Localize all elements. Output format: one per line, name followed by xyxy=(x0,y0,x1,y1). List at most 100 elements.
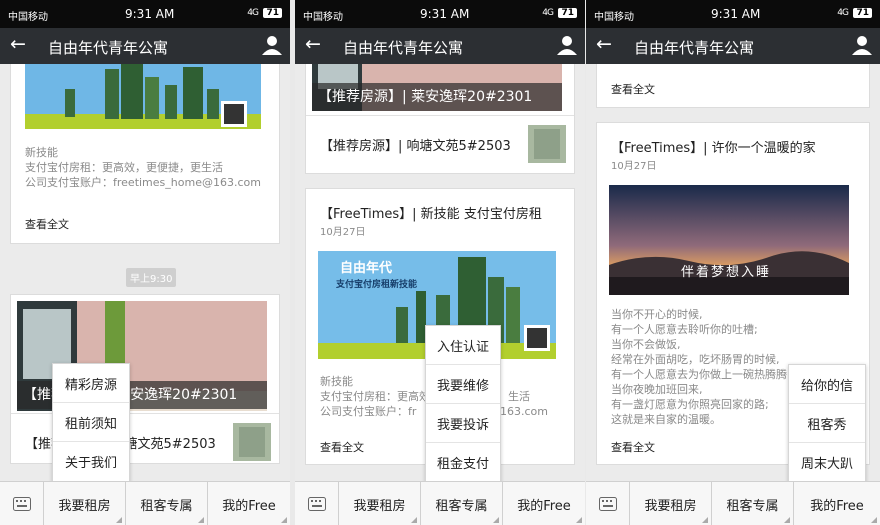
listing-thumbnail xyxy=(528,125,566,163)
carrier-label: 中国移动 xyxy=(8,12,48,23)
menu-item-repair[interactable]: 我要维修 xyxy=(426,365,500,404)
keyboard-icon[interactable] xyxy=(586,482,630,525)
keyboard-icon[interactable] xyxy=(295,482,339,525)
article-line: 公司支付宝账户：fr xyxy=(320,405,417,418)
read-more-link[interactable]: 查看全文 xyxy=(611,439,655,455)
back-arrow-icon[interactable]: ← xyxy=(10,33,26,55)
listing-card[interactable]: 【推荐房源】| 莱安逸珲20#2301 【推荐房源】| 响塘文苑5#2503 xyxy=(305,64,575,174)
timestamp-badge: 早上9:30 xyxy=(126,268,177,287)
tab-label: 我的Free xyxy=(222,498,276,514)
article-line: 支付宝付房租：更高效 xyxy=(320,390,430,403)
article-card[interactable]: 查看全文 xyxy=(596,64,870,108)
menu-item-notice[interactable]: 租前须知 xyxy=(53,403,129,442)
battery-icon: 71 xyxy=(263,8,282,18)
page-title: 自由年代青年公寓 xyxy=(634,39,755,57)
profile-icon[interactable] xyxy=(557,35,577,55)
article-line: 新技能 xyxy=(320,375,353,388)
tab-label: 我要租房 xyxy=(353,498,406,514)
article-line: 有一个人愿意去聆听你的吐槽; xyxy=(611,323,758,336)
article-date: 10月27日 xyxy=(320,227,366,238)
article-line: 公司支付宝账户：freetimes_home@163.com xyxy=(25,176,261,189)
status-bar: 中国移动 9:31 AM 4G 71 xyxy=(586,0,880,28)
article-title: 【FreeTimes】| 许你一个温暖的家 xyxy=(611,141,816,156)
menu-item-letter[interactable]: 给你的信 xyxy=(789,365,865,404)
bottom-menu-bar: 我要租房 租客专属 我的Free xyxy=(295,481,585,525)
phone-screen-left: 中国移动 9:31 AM 4G 71 ← 自由年代青年公寓 新技能 支付宝付房租… xyxy=(0,0,290,525)
clock: 9:31 AM xyxy=(125,7,175,21)
menu-item-listings[interactable]: 精彩房源 xyxy=(53,364,129,403)
image-caption: 伴着梦想入睡 xyxy=(681,265,772,280)
banner-brand: 自由年代 xyxy=(340,261,393,276)
tab-myfree[interactable]: 我的Free xyxy=(794,482,880,525)
battery-icon: 71 xyxy=(558,8,577,18)
tab-myfree[interactable]: 我的Free xyxy=(208,482,290,525)
back-arrow-icon[interactable]: ← xyxy=(596,33,612,55)
tab-label: 租客专属 xyxy=(140,498,193,514)
nav-bar: ← 自由年代青年公寓 xyxy=(586,28,880,64)
clock: 9:31 AM xyxy=(711,7,761,21)
back-arrow-icon[interactable]: ← xyxy=(305,33,321,55)
room-photo: 【推荐房源】| 莱安逸珲20#2301 xyxy=(312,64,562,111)
article-line: 支付宝付房租：更高效，更便捷，更生活 xyxy=(25,161,223,174)
page-title: 自由年代青年公寓 xyxy=(343,39,464,57)
phone-screen-middle: 中国移动 9:31 AM 4G 71 ← 自由年代青年公寓 【推荐房源】| 莱安… xyxy=(295,0,585,525)
article-line-tail: 生活 xyxy=(508,390,530,403)
tab-tenant[interactable]: 租客专属 xyxy=(126,482,208,525)
profile-icon[interactable] xyxy=(852,35,872,55)
menu-item-checkin[interactable]: 入住认证 xyxy=(426,326,500,365)
listing-thumbnail xyxy=(233,423,271,461)
article-line: 当你不开心的时候, xyxy=(611,308,703,321)
tab-tenant[interactable]: 租客专属 xyxy=(712,482,794,525)
bottom-menu-bar: 我要租房 租客专属 我的Free xyxy=(586,481,880,525)
banner-subtitle: 支付宝付房租新技能 xyxy=(336,280,418,290)
page-title: 自由年代青年公寓 xyxy=(48,39,169,57)
status-bar: 中国移动 9:31 AM 4G 71 xyxy=(295,0,585,28)
read-more-link[interactable]: 查看全文 xyxy=(320,439,364,455)
article-line-tail: 163.com xyxy=(500,405,548,418)
carrier-label: 中国移动 xyxy=(303,12,343,23)
article-sunset-image: 伴着梦想入睡 xyxy=(609,185,849,295)
tab-tenant[interactable]: 租客专属 xyxy=(421,482,503,525)
article-banner-image xyxy=(25,64,261,129)
tab-myfree[interactable]: 我的Free xyxy=(503,482,585,525)
tab-rent[interactable]: 我要租房 xyxy=(630,482,712,525)
article-line: 当你不会做饭, xyxy=(611,338,681,351)
menu-item-tenant-show[interactable]: 租客秀 xyxy=(789,404,865,443)
menu-popup: 精彩房源 租前须知 关于我们 xyxy=(52,363,130,482)
phone-screen-right: 中国移动 9:31 AM 4G 71 ← 自由年代青年公寓 查看全文 【Free… xyxy=(586,0,880,525)
tab-rent[interactable]: 我要租房 xyxy=(44,482,126,525)
read-more-link[interactable]: 查看全文 xyxy=(25,216,69,232)
article-date: 10月27日 xyxy=(611,161,657,172)
menu-popup: 给你的信 租客秀 周末大趴 xyxy=(788,364,866,483)
article-line: 新技能 xyxy=(25,146,58,159)
tab-label: 我的Free xyxy=(810,498,864,514)
nav-bar: ← 自由年代青年公寓 xyxy=(0,28,290,64)
signal-icon: 4G xyxy=(247,8,259,18)
keyboard-icon[interactable] xyxy=(0,482,44,525)
read-more-link[interactable]: 查看全文 xyxy=(611,81,655,97)
article-card[interactable]: 新技能 支付宝付房租：更高效，更便捷，更生活 公司支付宝账户：freetimes… xyxy=(10,64,280,244)
listing-card[interactable]: 【推荐房源】| 莱安逸珲20#2301 【推荐房源】| 响塘文苑5#2503 xyxy=(10,294,280,464)
bottom-menu-bar: 我要租房 租客专属 我的Free xyxy=(0,481,290,525)
menu-item-payment[interactable]: 租金支付 xyxy=(426,443,500,482)
tab-label: 我的Free xyxy=(517,498,571,514)
carrier-label: 中国移动 xyxy=(594,12,634,23)
tab-label: 我要租房 xyxy=(58,498,111,514)
tab-label: 租客专属 xyxy=(726,498,779,514)
menu-popup: 入住认证 我要维修 我要投诉 租金支付 xyxy=(425,325,501,483)
article-title: 【FreeTimes】| 新技能 支付宝付房租 xyxy=(320,207,542,222)
listing-row-text[interactable]: 【推荐房源】| 响塘文苑5#2503 xyxy=(320,135,511,154)
tab-label: 我要租房 xyxy=(644,498,697,514)
status-bar: 中国移动 9:31 AM 4G 71 xyxy=(0,0,290,28)
menu-item-about[interactable]: 关于我们 xyxy=(53,442,129,481)
signal-icon: 4G xyxy=(542,8,554,18)
menu-item-complaint[interactable]: 我要投诉 xyxy=(426,404,500,443)
listing-overlay-title: 【推荐房源】| 莱安逸珲20#2301 xyxy=(312,83,562,111)
tab-label: 租客专属 xyxy=(435,498,488,514)
clock: 9:31 AM xyxy=(420,7,470,21)
nav-bar: ← 自由年代青年公寓 xyxy=(295,28,585,64)
profile-icon[interactable] xyxy=(262,35,282,55)
signal-icon: 4G xyxy=(837,8,849,18)
menu-item-weekend-party[interactable]: 周末大趴 xyxy=(789,443,865,482)
tab-rent[interactable]: 我要租房 xyxy=(339,482,421,525)
